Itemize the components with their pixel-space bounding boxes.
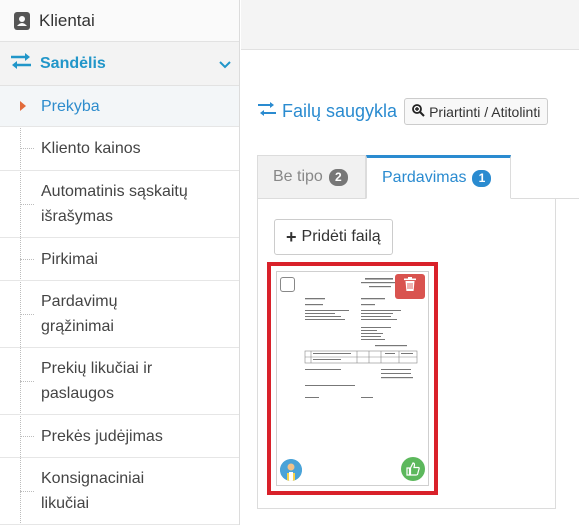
tab-label: Be tipo <box>273 168 323 185</box>
sidebar-submenu: Prekyba Kliento kainos Automatinis sąska… <box>0 86 239 525</box>
sidebar-item-klientai[interactable]: Klientai <box>0 0 239 42</box>
sidebar-item-prekes-judejimas[interactable]: Prekės judėjimas <box>0 415 239 458</box>
count-badge: 1 <box>472 169 492 187</box>
sidebar-item-label: Kliento kainos <box>41 140 141 157</box>
sidebar-item-label: Pardavimų grąžinimai <box>41 293 118 335</box>
trash-icon <box>404 277 416 296</box>
caret-right-icon <box>20 101 26 111</box>
zoom-in-icon <box>412 103 425 120</box>
zoom-button[interactable]: Priartinti / Atitolinti <box>404 98 549 125</box>
files-header: Failų saugykla Priartinti / Atitolinti <box>257 98 549 125</box>
tree-connector <box>20 380 34 382</box>
add-file-button[interactable]: + Pridėti failą <box>274 219 393 255</box>
file-thumbnail-highlight[interactable] <box>267 262 438 495</box>
delete-button[interactable] <box>395 274 425 299</box>
sidebar-item-label: Automatinis sąskaitų išrašymas <box>41 183 188 225</box>
avatar-icon <box>280 459 302 481</box>
plus-icon: + <box>286 226 297 247</box>
sidebar-item-automatinis-saskaitu-israsymas[interactable]: Automatinis sąskaitų išrašymas <box>0 171 239 238</box>
tree-connector <box>20 258 34 260</box>
top-bar <box>241 0 579 50</box>
exchange-arrows-icon <box>9 52 33 75</box>
tree-connector <box>20 490 34 492</box>
tree-connector <box>20 203 34 205</box>
file-type-tabs: Be tipo 2 Pardavimas 1 <box>257 155 579 199</box>
sidebar-item-kliento-kainos[interactable]: Kliento kainos <box>0 127 239 171</box>
zoom-button-label: Priartinti / Atitolinti <box>429 103 541 120</box>
page-title: Failų saugykla <box>282 101 398 121</box>
thumbs-up-icon[interactable] <box>401 457 425 481</box>
sidebar: Klientai Sandėlis Prekyba Kliento kainos <box>0 0 240 525</box>
sidebar-item-prekiu-likuciai[interactable]: Prekių likučiai ir paslaugos <box>0 348 239 415</box>
sidebar-item-label: Prekyba <box>41 97 100 115</box>
tab-pardavimas[interactable]: Pardavimas 1 <box>366 155 511 199</box>
tree-connector <box>20 148 34 149</box>
contacts-book-icon <box>11 10 33 32</box>
document-preview-image <box>297 277 423 432</box>
chevron-down-icon[interactable] <box>219 57 231 75</box>
tree-connector <box>20 435 34 437</box>
sidebar-section-label: Sandėlis <box>40 54 106 72</box>
sidebar-item-pirkimai[interactable]: Pirkimai <box>0 238 239 281</box>
sidebar-item-pardavimu-grazinimai[interactable]: Pardavimų grąžinimai <box>0 281 239 348</box>
tab-label: Pardavimas <box>382 169 467 186</box>
main-content: Failų saugykla Priartinti / Atitolinti B… <box>241 0 579 525</box>
tab-pane: + Pridėti failą <box>257 199 556 509</box>
add-file-label: Pridėti failą <box>301 228 381 245</box>
sidebar-item-label: Prekės judėjimas <box>41 427 163 445</box>
exchange-arrows-icon <box>257 101 277 122</box>
sidebar-item-label: Prekių likučiai ir paslaugos <box>41 360 153 402</box>
tab-be-tipo[interactable]: Be tipo 2 <box>257 155 366 198</box>
tree-connector <box>20 313 34 315</box>
select-checkbox[interactable] <box>280 277 295 292</box>
sidebar-section-sandelis[interactable]: Sandėlis <box>0 42 239 86</box>
sidebar-item-label: Pirkimai <box>41 250 98 268</box>
sidebar-item-label: Klientai <box>39 10 95 30</box>
sidebar-item-prekyba[interactable]: Prekyba <box>0 86 239 127</box>
count-badge: 2 <box>328 168 348 186</box>
sidebar-item-konsignaciniai-likuciai[interactable]: Konsignaciniai likučiai <box>0 458 239 525</box>
file-thumbnail[interactable] <box>276 271 429 486</box>
sidebar-item-label: Konsignaciniai likučiai <box>41 470 145 512</box>
